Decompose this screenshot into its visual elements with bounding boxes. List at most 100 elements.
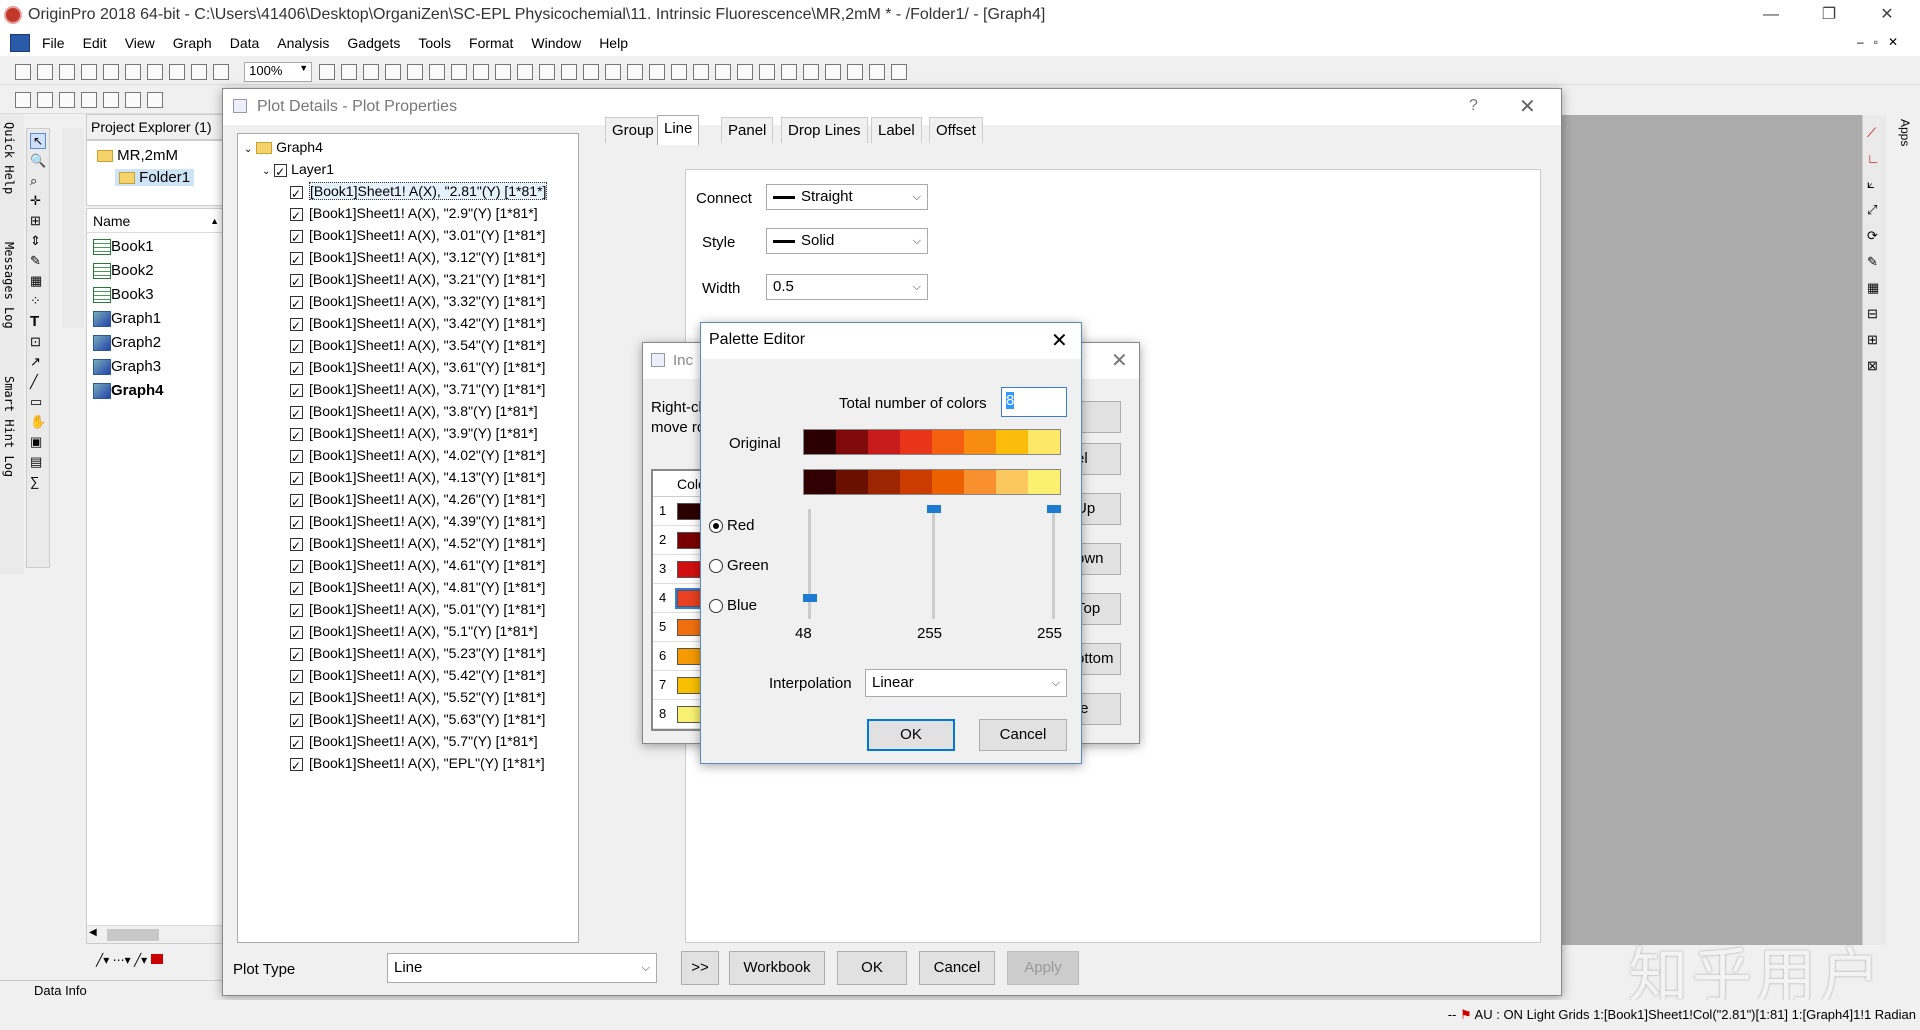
command-window-icon[interactable] bbox=[429, 64, 446, 80]
tab-panel[interactable]: Panel bbox=[721, 117, 774, 143]
plot-tree-row[interactable]: [Book1]Sheet1! A(X), "3.9"(Y) [1*81*] bbox=[238, 422, 578, 447]
plot-checkbox[interactable] bbox=[290, 645, 303, 667]
plot-tree-row[interactable]: [Book1]Sheet1! A(X), "3.21"(Y) [1*81*] bbox=[238, 268, 578, 293]
screen-reader-icon[interactable]: ⊞ bbox=[30, 213, 46, 229]
annotation-icon[interactable]: ⊡ bbox=[30, 334, 46, 350]
name-column-header[interactable]: Name ▲ bbox=[87, 209, 223, 233]
data-reader-icon[interactable]: ✛ bbox=[30, 193, 46, 209]
plot-checkbox[interactable] bbox=[290, 183, 303, 205]
channel-green-radio[interactable]: Green bbox=[709, 557, 769, 574]
palette-editor-close-button[interactable]: ✕ bbox=[1051, 328, 1068, 353]
tab-drop-lines[interactable]: Drop Lines bbox=[781, 117, 868, 143]
plot-tree-row[interactable]: [Book1]Sheet1! A(X), "4.02"(Y) [1*81*] bbox=[238, 444, 578, 469]
plot-tree-row[interactable]: [Book1]Sheet1! A(X), "5.23"(Y) [1*81*] bbox=[238, 642, 578, 667]
tree-layer-node[interactable]: ⌄ Layer1 bbox=[238, 158, 578, 183]
project-explorer-icon[interactable] bbox=[451, 64, 468, 80]
plot-checkbox[interactable] bbox=[290, 227, 303, 249]
quick-help-tab[interactable]: Quick Help bbox=[2, 122, 16, 194]
data-info-tab[interactable]: Data Info bbox=[0, 980, 224, 1000]
connect-combo[interactable]: Straight ⌵ bbox=[766, 184, 928, 210]
zoom-combo[interactable]: 100% ▼ bbox=[244, 62, 313, 82]
first-icon[interactable] bbox=[715, 64, 732, 80]
fit-page-icon[interactable] bbox=[869, 64, 886, 80]
plot-tree-row[interactable]: [Book1]Sheet1! A(X), "3.61"(Y) [1*81*] bbox=[238, 356, 578, 381]
tab-offset[interactable]: Offset bbox=[929, 117, 983, 143]
workbook-button[interactable]: Workbook bbox=[729, 951, 825, 985]
menu-format[interactable]: Format bbox=[460, 35, 522, 51]
results-log-icon[interactable] bbox=[407, 64, 424, 80]
channel-red-radio[interactable]: Red bbox=[709, 517, 755, 534]
plot-checkbox[interactable] bbox=[290, 689, 303, 711]
zoom-tool-icon[interactable]: 🔍 bbox=[30, 153, 46, 169]
plot-checkbox[interactable] bbox=[290, 403, 303, 425]
tree-root-row[interactable]: MR,2mM bbox=[97, 147, 178, 164]
select-icon[interactable] bbox=[891, 64, 908, 80]
layer-checkbox[interactable] bbox=[274, 161, 288, 183]
bar-chart-icon[interactable] bbox=[583, 64, 600, 80]
plot-checkbox[interactable] bbox=[290, 205, 303, 227]
plot-checkbox[interactable] bbox=[290, 359, 303, 381]
stretch-tool-icon[interactable]: ⤢ bbox=[1867, 202, 1882, 218]
slider-thumb-3[interactable] bbox=[1047, 505, 1061, 513]
menu-tools[interactable]: Tools bbox=[409, 35, 460, 51]
column-chart-icon[interactable] bbox=[561, 64, 578, 80]
rotate-tool-icon[interactable]: ⟳ bbox=[1867, 228, 1882, 244]
collapse-icon[interactable]: ⌄ bbox=[244, 144, 252, 155]
plot-checkbox[interactable] bbox=[290, 733, 303, 755]
color-fill-icon[interactable] bbox=[150, 954, 163, 964]
plot-tree-row[interactable]: [Book1]Sheet1! A(X), "3.42"(Y) [1*81*] bbox=[238, 312, 578, 337]
plot-tree-row[interactable]: [Book1]Sheet1! A(X), "4.61"(Y) [1*81*] bbox=[238, 554, 578, 579]
z-axis-icon[interactable] bbox=[693, 64, 710, 80]
next-icon[interactable] bbox=[759, 64, 776, 80]
zoom-out-tool-icon[interactable]: ⌕ bbox=[30, 173, 46, 189]
cancel-button[interactable]: Cancel bbox=[919, 951, 995, 985]
minimize-button[interactable]: — bbox=[1748, 0, 1794, 30]
plot-checkbox[interactable] bbox=[290, 271, 303, 293]
line-style-icon[interactable]: ╱▾ ⋯▾ ╱▾ bbox=[96, 953, 147, 967]
edit-tool-icon[interactable]: ✎ bbox=[1867, 254, 1882, 270]
plot-tree-row[interactable]: [Book1]Sheet1! A(X), "3.54"(Y) [1*81*] bbox=[238, 334, 578, 359]
plot-tree-row[interactable]: [Book1]Sheet1! A(X), "5.1"(Y) [1*81*] bbox=[238, 620, 578, 645]
plot-tree-row[interactable]: [Book1]Sheet1! A(X), "3.71"(Y) [1*81*] bbox=[238, 378, 578, 403]
worksheet-icon[interactable] bbox=[103, 92, 119, 109]
align-tool-icon[interactable]: ⊟ bbox=[1867, 306, 1882, 322]
cut-icon[interactable] bbox=[15, 92, 31, 109]
region-icon[interactable]: ⁘ bbox=[30, 293, 46, 309]
plot-tree-row[interactable]: [Book1]Sheet1! A(X), "2.81"(Y) [1*81*] bbox=[238, 180, 578, 205]
rescale-icon[interactable] bbox=[539, 64, 556, 80]
slider-track-1[interactable] bbox=[808, 509, 811, 619]
plot-tree-row[interactable]: [Book1]Sheet1! A(X), "5.52"(Y) [1*81*] bbox=[238, 686, 578, 711]
restore-button[interactable]: ❐ bbox=[1806, 0, 1852, 30]
code-builder-icon[interactable] bbox=[385, 64, 402, 80]
increment-close-button[interactable]: ✕ bbox=[1111, 348, 1128, 373]
apply-button[interactable]: Apply bbox=[1007, 951, 1079, 985]
plot-tree-row[interactable]: [Book1]Sheet1! A(X), "5.42"(Y) [1*81*] bbox=[238, 664, 578, 689]
tab-group[interactable]: Group bbox=[605, 117, 661, 143]
paste-icon[interactable] bbox=[59, 92, 75, 109]
new-layout-icon[interactable] bbox=[169, 64, 185, 80]
list-item[interactable]: Graph4 bbox=[93, 379, 223, 403]
distribute-tool-icon[interactable]: ⊞ bbox=[1867, 332, 1882, 348]
width-combo[interactable]: 0.5 ⌵ bbox=[766, 274, 928, 300]
hand-tool-icon[interactable]: ✋ bbox=[30, 414, 46, 430]
list-item[interactable]: Book1 bbox=[93, 235, 223, 259]
duplicate-icon[interactable] bbox=[363, 64, 380, 80]
zoom-in-icon[interactable] bbox=[495, 64, 512, 80]
x-axis-icon[interactable] bbox=[649, 64, 666, 80]
new-excel-icon[interactable] bbox=[59, 64, 75, 80]
draw-data-icon[interactable]: ✎ bbox=[30, 253, 46, 269]
equation-icon[interactable]: ∑ bbox=[30, 474, 46, 489]
plot-checkbox[interactable] bbox=[290, 315, 303, 337]
plot-tree-row[interactable]: [Book1]Sheet1! A(X), "4.26"(Y) [1*81*] bbox=[238, 488, 578, 513]
matrix-icon[interactable] bbox=[125, 92, 141, 109]
slider-track-2[interactable] bbox=[932, 509, 935, 619]
menu-data[interactable]: Data bbox=[221, 35, 269, 51]
plot-tree-row[interactable]: [Book1]Sheet1! A(X), "3.32"(Y) [1*81*] bbox=[238, 290, 578, 315]
scale-tool-icon[interactable]: ⟀ bbox=[1867, 176, 1882, 192]
y-axis-icon[interactable] bbox=[671, 64, 688, 80]
status-angle[interactable]: Radian bbox=[1875, 1007, 1916, 1022]
interpolation-combo[interactable]: Linear ⌵ bbox=[865, 669, 1067, 697]
open-icon[interactable] bbox=[191, 64, 207, 80]
plot-checkbox[interactable] bbox=[290, 557, 303, 579]
save-icon[interactable] bbox=[213, 64, 229, 80]
